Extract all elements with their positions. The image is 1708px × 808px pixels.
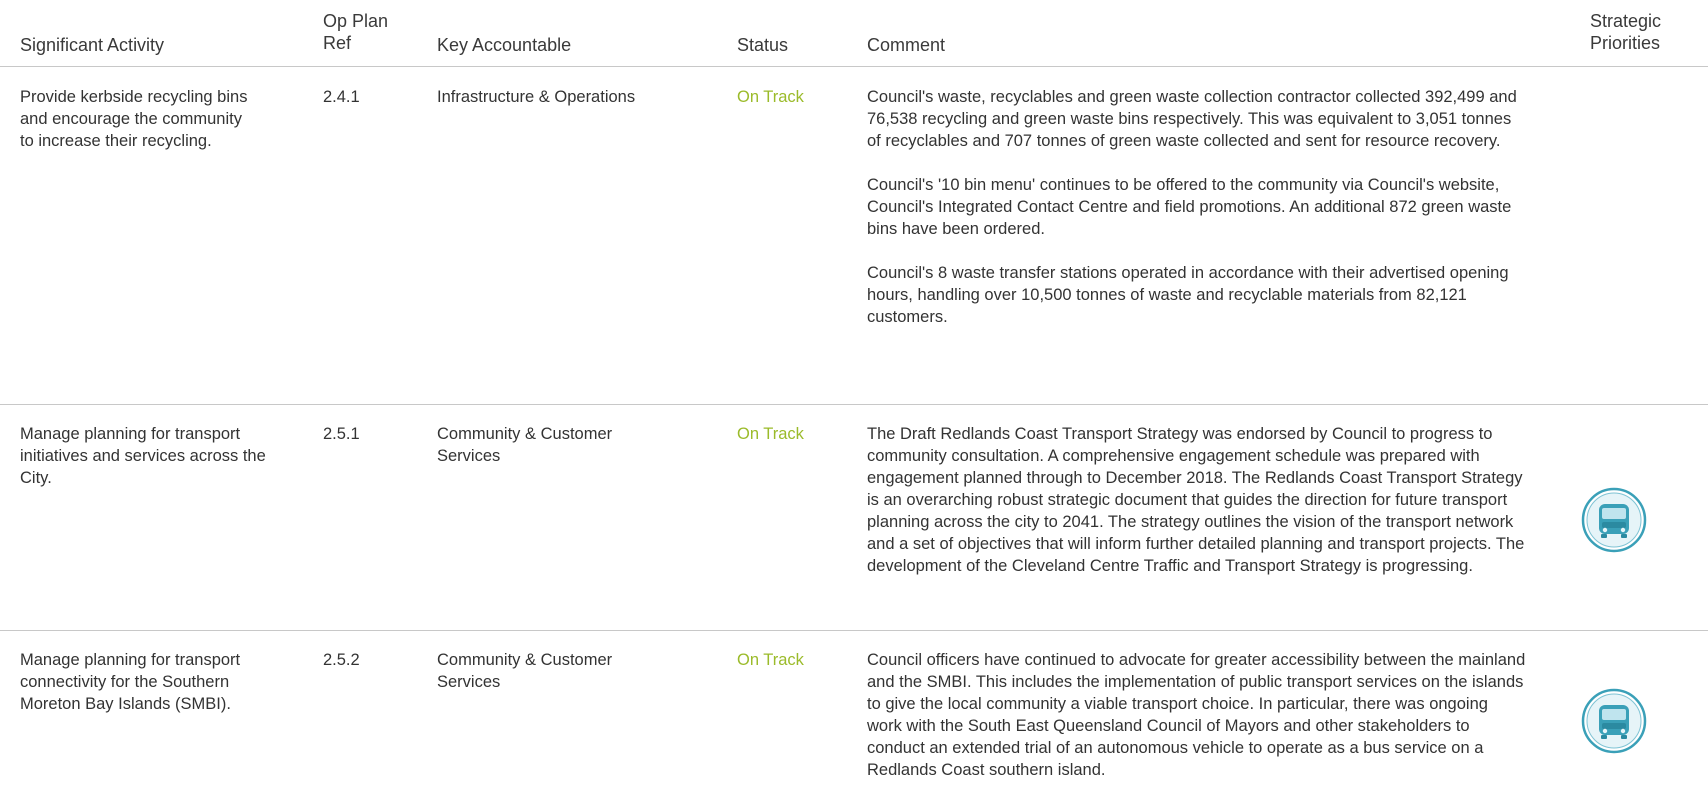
header-comment: Comment [867, 35, 946, 55]
row-3-ref: 2.5.2 [323, 651, 360, 669]
row-2-status-badge: On Track [737, 425, 804, 443]
header-strategic-priorities: Strategic Priorities [1590, 10, 1661, 54]
row-1-accountable: Infrastructure & Operations [437, 88, 636, 106]
row-1-comment-para-2: Council's '10 bin menu' continues to be … [867, 176, 1512, 238]
row-1-activity: Provide kerbside recycling bins and enco… [20, 88, 248, 150]
row-2-comment: The Draft Redlands Coast Transport Strat… [867, 423, 1527, 577]
header-op-plan-ref-line1: Op Plan [323, 11, 389, 31]
header-strategic-priorities-line1: Strategic [1590, 11, 1662, 31]
row-3-comment: Council officers have continued to advoc… [867, 649, 1527, 781]
header-op-plan-ref: Op Plan Ref [323, 10, 388, 54]
bus-icon [1581, 688, 1647, 754]
row-2-comment-para-1: The Draft Redlands Coast Transport Strat… [867, 425, 1525, 575]
header-divider [0, 66, 1708, 67]
row-1-divider [0, 404, 1708, 405]
header-strategic-priorities-line2: Priorities [1590, 33, 1661, 53]
row-1-ref: 2.4.1 [323, 88, 360, 106]
header-significant-activity: Significant Activity [20, 35, 165, 55]
header-status: Status [737, 35, 789, 55]
row-2-ref: 2.5.1 [323, 425, 360, 443]
row-3-accountable: Community & Customer Services [437, 651, 613, 691]
activity-table: Significant Activity Op Plan Ref Key Acc… [0, 0, 1708, 808]
row-2-accountable: Community & Customer Services [437, 425, 613, 465]
header-key-accountable: Key Accountable [437, 35, 572, 55]
row-3-activity: Manage planning for transport connectivi… [20, 651, 241, 713]
row-1-comment-para-1: Council's waste, recyclables and green w… [867, 88, 1517, 150]
row-3-comment-para-1: Council officers have continued to advoc… [867, 651, 1526, 779]
row-1-status-badge: On Track [737, 88, 804, 106]
bus-icon [1581, 487, 1647, 553]
row-1-comment-para-3: Council's 8 waste transfer stations oper… [867, 264, 1509, 326]
header-op-plan-ref-line2: Ref [323, 33, 352, 53]
row-3-status-badge: On Track [737, 651, 804, 669]
row-2-divider [0, 630, 1708, 631]
row-1-comment: Council's waste, recyclables and green w… [867, 86, 1527, 328]
row-2-activity: Manage planning for transport initiative… [20, 425, 266, 487]
